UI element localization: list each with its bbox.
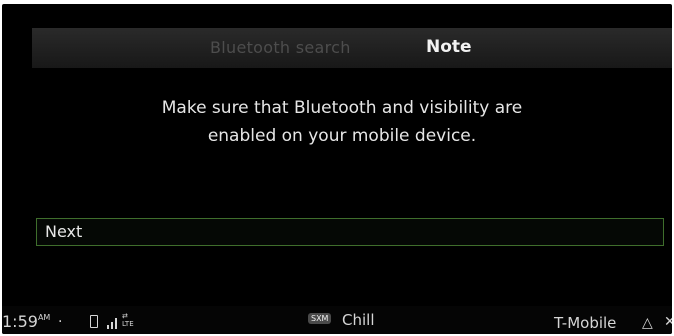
next-button[interactable]: Next [36,218,664,246]
clock: 1:59AM [2,312,50,331]
network-type: ⇄ LTE [122,312,134,328]
status-bar: 1:59AM . ⇄ LTE SXM Chill T-Mobile △ ✕ [2,306,672,334]
dialog-message: Make sure that Bluetooth and visibility … [62,94,622,150]
clock-ampm: AM [37,313,51,322]
message-line-1: Make sure that Bluetooth and visibility … [161,98,523,118]
warning-icon: △ [642,315,653,331]
clock-time: 1:59 [2,312,38,331]
background-screen-title: Bluetooth search [210,38,351,57]
dialog-title-bar [32,28,672,68]
phone-icon [90,315,98,328]
sxm-badge: SXM [308,313,332,324]
carrier-name: T-Mobile [554,314,617,332]
signal-strength-icon [107,318,117,329]
dialog-title: Note [426,37,472,57]
network-type-label: LTE [122,320,134,328]
message-line-2: enabled on your mobile device. [207,126,477,146]
infotainment-screen: Bluetooth search Note Make sure that Blu… [2,4,672,334]
close-icon[interactable]: ✕ [664,314,672,330]
status-separator: . [58,310,63,326]
radio-station[interactable]: Chill [342,311,374,329]
